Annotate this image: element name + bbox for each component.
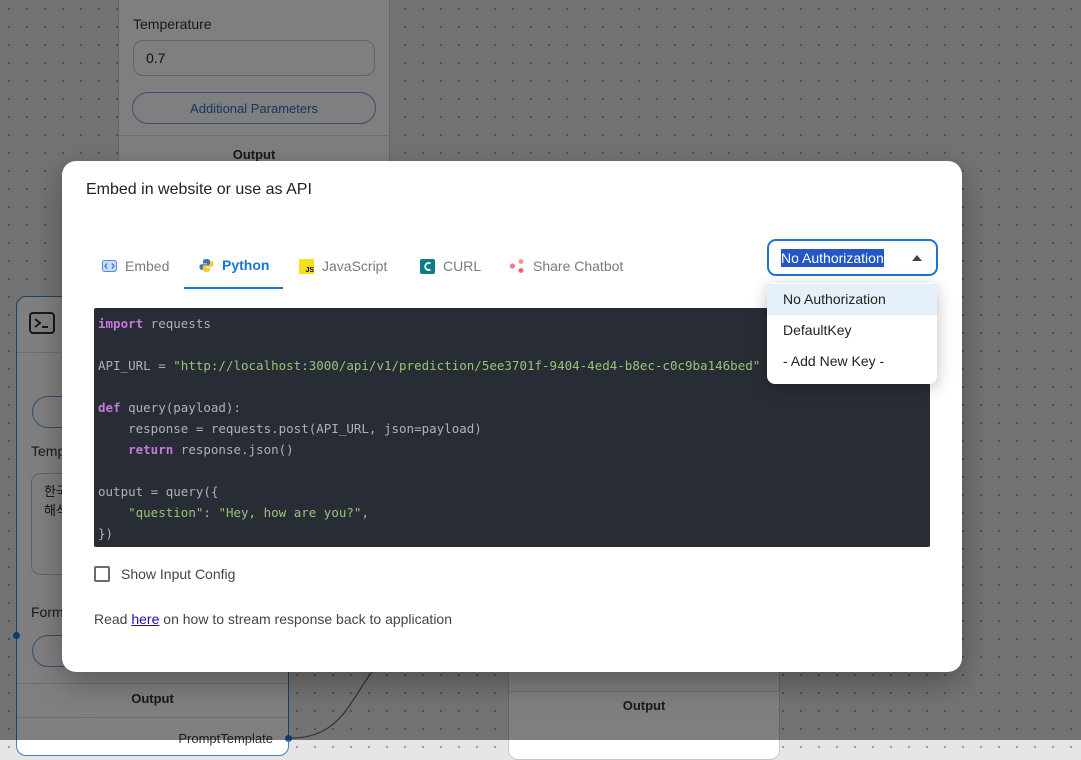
read-prefix: Read — [94, 611, 132, 627]
tab-share-chatbot[interactable]: Share Chatbot — [509, 243, 623, 289]
tab-python[interactable]: Python — [184, 243, 283, 289]
authorization-select-value: No Authorization — [781, 248, 884, 267]
code-line: }) — [98, 526, 114, 541]
stream-docs-link[interactable]: here — [131, 611, 159, 627]
code-line: return response.json() — [128, 442, 294, 457]
embed-api-dialog: Embed in website or use as API Embed Pyt… — [62, 161, 962, 672]
embed-icon — [102, 260, 117, 272]
share-chatbot-icon — [509, 258, 525, 274]
code-line: "question": "Hey, how are you?", — [128, 505, 369, 520]
auth-option-defaultkey[interactable]: DefaultKey — [767, 315, 937, 346]
auth-option-no-authorization[interactable]: No Authorization — [767, 284, 937, 315]
tab-label: Embed — [125, 258, 170, 274]
stream-info-text: Read here on how to stream response back… — [94, 611, 452, 627]
code-line: def query(payload): — [98, 400, 241, 415]
show-input-config-row[interactable]: Show Input Config — [94, 566, 235, 582]
caret-up-icon — [912, 255, 922, 261]
tab-javascript[interactable]: JS JavaScript — [299, 243, 387, 289]
authorization-select[interactable]: No Authorization — [767, 239, 938, 276]
show-input-config-checkbox[interactable] — [94, 566, 110, 582]
tab-embed[interactable]: Embed — [102, 243, 169, 289]
python-icon — [199, 258, 214, 273]
javascript-icon: JS — [299, 258, 315, 274]
tab-label: CURL — [443, 258, 482, 274]
read-suffix: on how to stream response back to applic… — [159, 611, 453, 627]
dialog-title: Embed in website or use as API — [86, 181, 312, 198]
curl-icon — [420, 258, 435, 274]
tab-label: Share Chatbot — [533, 258, 624, 274]
svg-text:JS: JS — [306, 267, 315, 274]
tab-label: Python — [222, 257, 270, 273]
show-input-config-label: Show Input Config — [121, 566, 236, 582]
authorization-dropdown-menu: No Authorization DefaultKey - Add New Ke… — [767, 283, 937, 384]
code-line: response = requests.post(API_URL, json=p… — [98, 421, 482, 436]
code-line: output = query({ — [98, 484, 219, 499]
auth-option-add-new-key[interactable]: - Add New Key - — [767, 346, 937, 377]
tab-curl[interactable]: CURL — [420, 243, 481, 289]
tab-label: JavaScript — [322, 258, 388, 274]
